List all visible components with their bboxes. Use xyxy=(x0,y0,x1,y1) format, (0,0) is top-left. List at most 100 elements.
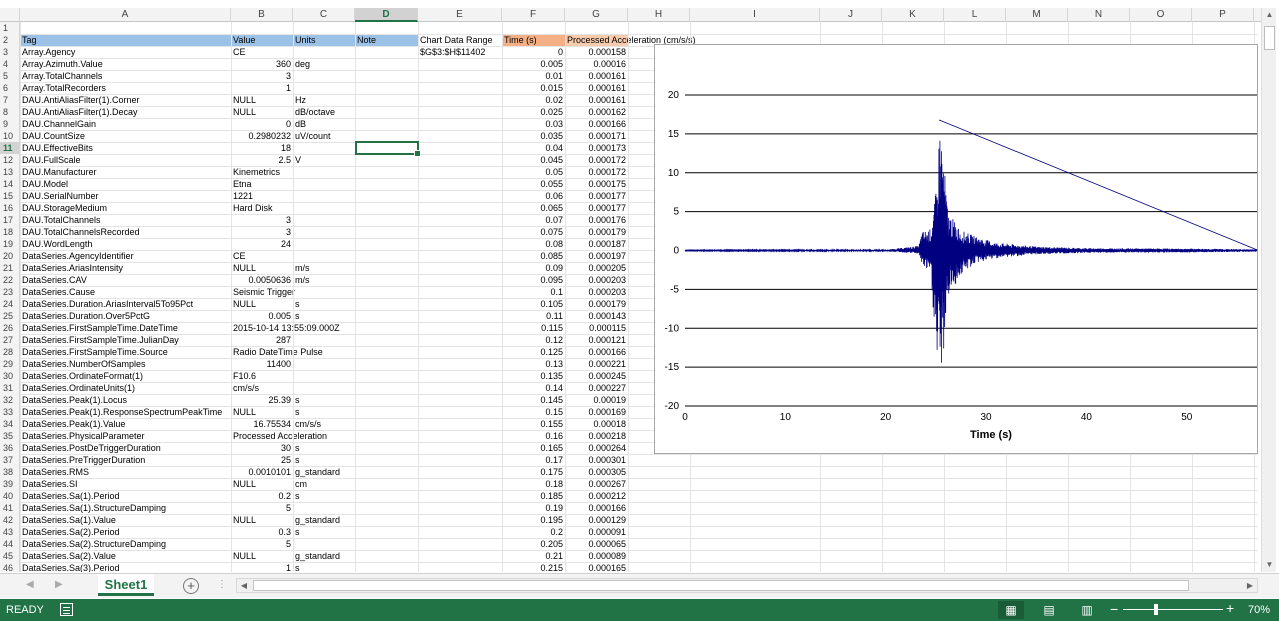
row-header[interactable]: 46 xyxy=(0,562,20,572)
tag-cell[interactable]: DataSeries.Sa(1).Value xyxy=(20,514,231,526)
row-header[interactable]: 28 xyxy=(0,346,20,358)
row-header[interactable]: 16 xyxy=(0,202,20,214)
value-cell[interactable]: 16.75534 xyxy=(231,418,293,430)
acceleration-cell[interactable]: 0.000169 xyxy=(565,406,628,418)
row-header[interactable]: 18 xyxy=(0,226,20,238)
acceleration-cell[interactable]: 0.000115 xyxy=(565,322,628,334)
units-cell[interactable]: s xyxy=(293,406,355,418)
units-cell[interactable] xyxy=(293,142,355,154)
time-cell[interactable]: 0.015 xyxy=(502,82,565,94)
acceleration-cell[interactable]: 0.000065 xyxy=(565,538,628,550)
value-cell[interactable]: NULL xyxy=(231,478,293,490)
tag-cell[interactable]: DataSeries.Peak(1).Value xyxy=(20,418,231,430)
acceleration-cell[interactable]: 0.000121 xyxy=(565,334,628,346)
row-header[interactable]: 1 xyxy=(0,22,20,34)
time-cell[interactable]: 0.12 xyxy=(502,334,565,346)
tag-cell[interactable]: DataSeries.FirstSampleTime.JulianDay xyxy=(20,334,231,346)
acceleration-cell[interactable]: 0.000177 xyxy=(565,190,628,202)
units-cell[interactable]: s xyxy=(293,394,355,406)
chart-range-cell[interactable]: $G$3:$H$11402 xyxy=(418,46,502,58)
time-cell[interactable]: 0.08 xyxy=(502,238,565,250)
tag-cell[interactable]: DAU.AntiAliasFilter(1).Decay xyxy=(20,106,231,118)
acceleration-cell[interactable]: 0.000203 xyxy=(565,286,628,298)
acceleration-cell[interactable]: 0.000173 xyxy=(565,142,628,154)
tag-cell[interactable]: DataSeries.OrdinateUnits(1) xyxy=(20,382,231,394)
acceleration-cell[interactable]: 0.000143 xyxy=(565,310,628,322)
acceleration-cell[interactable]: 0.000221 xyxy=(565,358,628,370)
value-cell[interactable]: Hard Disk xyxy=(231,202,293,214)
time-cell[interactable]: 0.15 xyxy=(502,406,565,418)
acceleration-cell[interactable]: 0.000166 xyxy=(565,502,628,514)
value-cell[interactable]: NULL xyxy=(231,262,293,274)
acceleration-cell[interactable]: 0.000197 xyxy=(565,250,628,262)
units-cell[interactable]: g_standard xyxy=(293,466,355,478)
value-cell[interactable]: 3 xyxy=(231,226,293,238)
column-header-n[interactable]: N xyxy=(1068,8,1130,22)
column-header-i[interactable]: I xyxy=(690,8,820,22)
tag-cell[interactable]: DataSeries.Sa(3).Period xyxy=(20,562,231,572)
add-sheet-icon[interactable]: + xyxy=(183,578,199,594)
acceleration-cell[interactable]: 0.000245 xyxy=(565,370,628,382)
value-cell[interactable]: NULL xyxy=(231,298,293,310)
value-cell[interactable]: 0.2 xyxy=(231,490,293,502)
time-cell[interactable]: 0.18 xyxy=(502,478,565,490)
column-header-e[interactable]: E xyxy=(418,8,502,22)
row-header[interactable]: 2 xyxy=(0,34,20,46)
horizontal-scroll-thumb[interactable] xyxy=(253,580,1189,591)
time-cell[interactable]: 0.2 xyxy=(502,526,565,538)
time-cell[interactable]: 0.065 xyxy=(502,202,565,214)
tag-cell[interactable]: DataSeries.SI xyxy=(20,478,231,490)
units-cell[interactable] xyxy=(293,70,355,82)
value-cell[interactable]: 1221 xyxy=(231,190,293,202)
units-cell[interactable] xyxy=(293,286,355,298)
column-header-p[interactable]: P xyxy=(1192,8,1254,22)
row-header[interactable]: 25 xyxy=(0,310,20,322)
row-header[interactable]: 26 xyxy=(0,322,20,334)
units-cell[interactable] xyxy=(293,334,355,346)
value-cell[interactable]: 3 xyxy=(231,214,293,226)
units-cell[interactable] xyxy=(293,238,355,250)
acceleration-cell[interactable]: 0.000129 xyxy=(565,514,628,526)
value-cell[interactable]: Etna xyxy=(231,178,293,190)
row-header[interactable]: 15 xyxy=(0,190,20,202)
tag-cell[interactable]: Array.TotalRecorders xyxy=(20,82,231,94)
time-cell[interactable]: 0.19 xyxy=(502,502,565,514)
normal-view-icon[interactable]: ▦ xyxy=(998,601,1024,619)
units-cell[interactable] xyxy=(293,502,355,514)
time-cell[interactable]: 0.175 xyxy=(502,466,565,478)
acceleration-cell[interactable]: 0.000177 xyxy=(565,202,628,214)
selected-cell-d11[interactable] xyxy=(355,141,421,157)
units-cell[interactable] xyxy=(293,82,355,94)
zoom-out-icon[interactable]: − xyxy=(1110,601,1118,617)
time-cell[interactable]: 0 xyxy=(502,46,565,58)
value-cell[interactable]: 360 xyxy=(231,58,293,70)
tag-cell[interactable]: DataSeries.AgencyIdentifier xyxy=(20,250,231,262)
value-cell[interactable]: NULL xyxy=(231,106,293,118)
units-cell[interactable] xyxy=(293,538,355,550)
scroll-right-icon[interactable]: ▶ xyxy=(1243,579,1257,592)
time-cell[interactable]: 0.14 xyxy=(502,382,565,394)
row-header[interactable]: 30 xyxy=(0,370,20,382)
time-cell[interactable]: 0.085 xyxy=(502,250,565,262)
row-header[interactable]: 6 xyxy=(0,82,20,94)
sheet-tab-sheet1[interactable]: Sheet1 xyxy=(98,574,154,596)
value-cell[interactable]: CE xyxy=(231,250,293,262)
units-cell[interactable] xyxy=(293,178,355,190)
row-header[interactable]: 31 xyxy=(0,382,20,394)
units-cell[interactable] xyxy=(293,430,355,442)
value-cell[interactable]: NULL xyxy=(231,514,293,526)
time-cell[interactable]: 0.135 xyxy=(502,370,565,382)
tab-prev-icon[interactable]: ◀ xyxy=(26,579,34,590)
value-cell[interactable]: Kinemetrics xyxy=(231,166,293,178)
row-header[interactable]: 35 xyxy=(0,430,20,442)
value-cell[interactable]: 0.0050636 xyxy=(231,274,293,286)
tag-cell[interactable]: DataSeries.OrdinateFormat(1) xyxy=(20,370,231,382)
value-cell[interactable]: 1 xyxy=(231,82,293,94)
zoom-level[interactable]: 70% xyxy=(1248,604,1270,616)
units-cell[interactable] xyxy=(293,46,355,58)
vertical-scroll-thumb[interactable] xyxy=(1264,26,1275,50)
time-cell[interactable]: 0.02 xyxy=(502,94,565,106)
acceleration-cell[interactable]: 0.000176 xyxy=(565,214,628,226)
scroll-up-icon[interactable]: ▲ xyxy=(1262,8,1277,22)
header-cell-units[interactable]: Units xyxy=(293,34,355,46)
